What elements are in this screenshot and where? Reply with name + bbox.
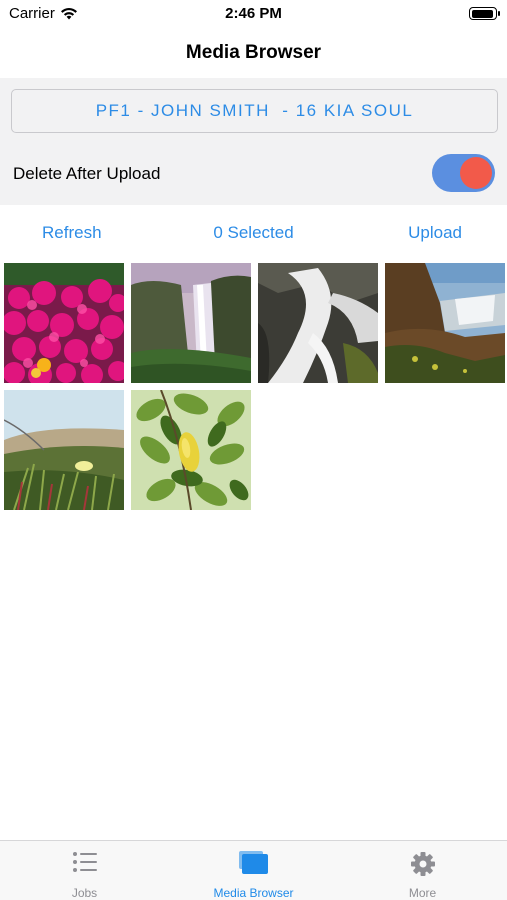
clock: 2:46 PM [225,5,282,22]
action-row: Refresh 0 Selected Upload [0,205,507,258]
job-selector-button[interactable]: PF1 - JOHN SMITH - 16 KIA SOUL [11,89,498,133]
status-bar: Carrier 2:46 PM [0,0,507,28]
photo-thumbnail[interactable] [131,263,251,383]
list-icon [72,852,97,872]
delete-after-upload-toggle[interactable] [432,154,495,192]
photo-thumbnail[interactable] [131,390,251,510]
battery-icon [469,7,500,20]
tab-bar: Jobs Media Browser More [0,840,507,900]
gear-icon [410,852,435,876]
tab-label: Media Browser [213,886,294,900]
job-settings-panel: PF1 - JOHN SMITH - 16 KIA SOUL Delete Af… [0,78,507,205]
photo-thumbnail[interactable] [258,263,378,383]
page-title: Media Browser [185,42,322,63]
delete-after-upload-label: Delete After Upload [13,164,161,183]
photo-thumbnail[interactable] [385,263,505,383]
navigation-bar: Media Browser [0,28,507,78]
media-stack-icon [238,851,268,874]
photo-thumbnail[interactable] [4,390,124,510]
tab-jobs[interactable]: Jobs [0,841,169,900]
upload-button[interactable]: Upload [408,223,462,243]
tab-more[interactable]: More [338,841,507,900]
toggle-knob [460,157,492,189]
tab-media-browser[interactable]: Media Browser [169,841,338,900]
tab-label: Jobs [71,886,98,900]
tab-label: More [408,886,437,900]
photo-thumbnail[interactable] [4,263,124,383]
